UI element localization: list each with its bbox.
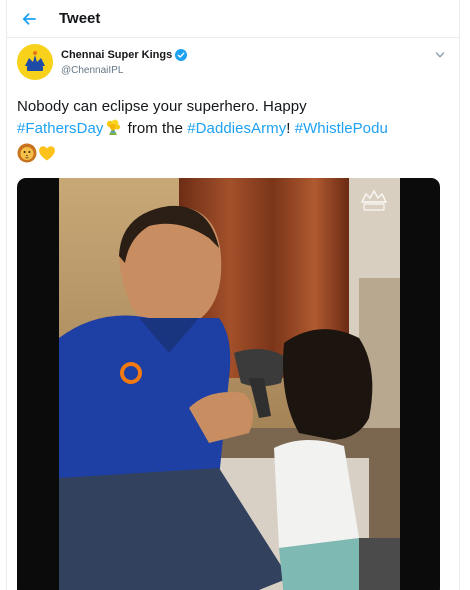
hashtag-whistlepodu[interactable]: #WhistlePodu (295, 120, 388, 137)
top-bar: Tweet (7, 0, 459, 38)
lion-face-emoji (17, 143, 37, 170)
chevron-down-icon (435, 52, 445, 58)
author-row: Chennai Super Kings @ChennaiIPL (17, 38, 449, 92)
tweet: Chennai Super Kings @ChennaiIPL Nobody c… (7, 38, 459, 590)
hashtag-daddiesarmy[interactable]: #DaddiesArmy (187, 120, 286, 137)
tweet-page: Tweet Chennai Super Kings @ChennaiIPL No… (6, 0, 460, 590)
author-name-text: Chennai Super Kings (61, 49, 173, 61)
csk-watermark-logo (360, 189, 388, 211)
tweet-text-part: Nobody can eclipse your superhero. Happy (17, 98, 307, 115)
back-button[interactable] (9, 0, 49, 37)
author-name[interactable]: Chennai Super Kings (61, 47, 188, 63)
author-names: Chennai Super Kings @ChennaiIPL (61, 47, 188, 79)
yellow-heart-emoji (37, 143, 57, 170)
video-thumbnail (59, 178, 400, 590)
video-player[interactable] (17, 178, 440, 590)
verified-badge-icon (175, 49, 188, 61)
tweet-text: Nobody can eclipse your superhero. Happy… (17, 96, 449, 170)
more-options-caret[interactable] (435, 46, 445, 64)
csk-logo-icon (17, 44, 53, 80)
hashtag-fathersday[interactable]: #FathersDay (17, 120, 103, 137)
tweet-text-part: from the (123, 120, 188, 137)
avatar[interactable] (17, 44, 53, 80)
author-handle[interactable]: @ChennaiIPL (61, 63, 187, 79)
back-arrow-icon (22, 12, 36, 25)
page-title: Tweet (59, 10, 101, 27)
tweet-text-part: ! (286, 120, 295, 137)
yellow-bouquet-emoji (103, 118, 123, 143)
